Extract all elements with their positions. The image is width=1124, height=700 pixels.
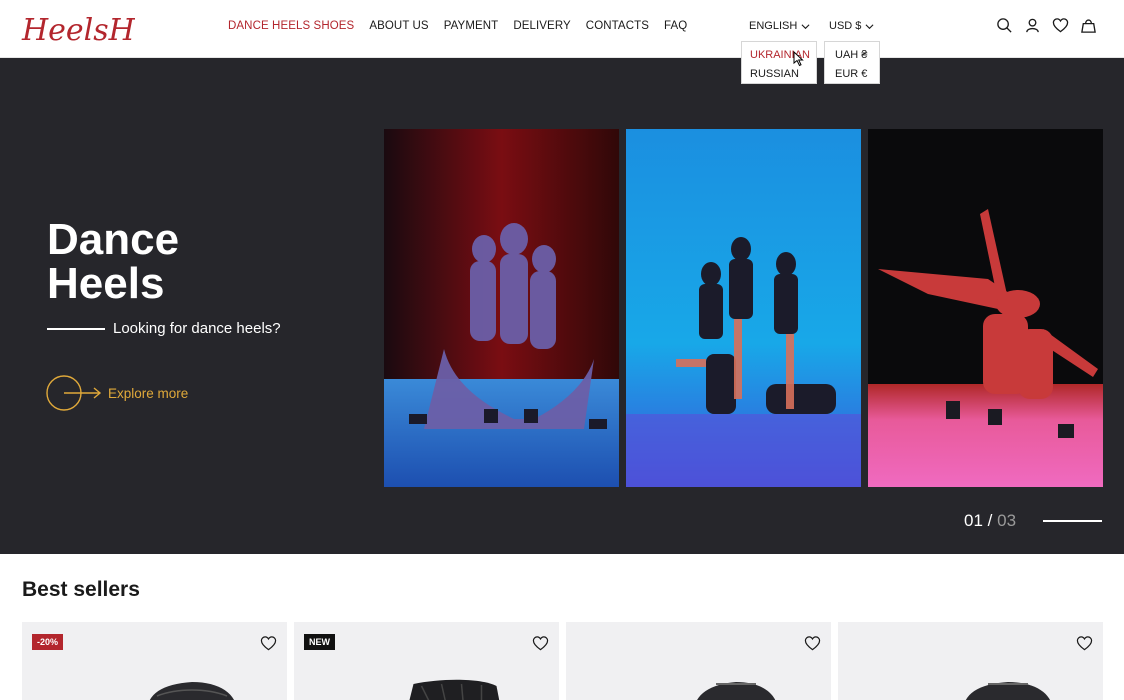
heart-icon[interactable] [1052, 17, 1069, 34]
nav-faq[interactable]: FAQ [664, 20, 687, 32]
language-option-russian[interactable]: RUSSIAN [750, 65, 808, 84]
product-card[interactable]: -20% [22, 622, 287, 700]
svg-text:HeelsHub: HeelsHub [21, 13, 135, 48]
product-image [149, 682, 234, 700]
language-select[interactable]: ENGLISH [749, 20, 810, 32]
heart-icon[interactable] [1076, 635, 1093, 652]
hero-title-line2: Heels [47, 259, 165, 308]
slide-separator: / [987, 511, 993, 530]
language-dropdown: UKRAINIAN RUSSIAN [741, 41, 817, 84]
heart-icon[interactable] [260, 635, 277, 652]
nav-delivery[interactable]: DELIVERY [513, 20, 570, 32]
slide-current: 01 [964, 511, 983, 530]
currency-option-uah[interactable]: UAH ₴ [835, 46, 871, 65]
chevron-down-icon [865, 23, 874, 29]
product-image [697, 682, 776, 700]
hero-photo-3 [868, 129, 1103, 487]
currency-option-eur[interactable]: EUR € [835, 65, 871, 84]
slide-total: 03 [997, 511, 1017, 530]
product-image [965, 682, 1050, 700]
product-card[interactable] [566, 622, 831, 700]
hero-photo-2 [626, 129, 861, 487]
currency-dropdown: UAH ₴ EUR € [824, 41, 880, 84]
chevron-down-icon [801, 23, 810, 29]
nav-about-us[interactable]: ABOUT US [369, 20, 428, 32]
site-header: HeelsHub DANCE HEELS SHOES ABOUT US PAYM… [0, 0, 1124, 58]
slide-counter: 01 / 03 [964, 511, 1016, 531]
main-nav: DANCE HEELS SHOES ABOUT US PAYMENT DELIV… [228, 20, 687, 32]
hero-title-line1: Dance [47, 215, 180, 264]
explore-more-button[interactable]: Explore more [46, 374, 188, 412]
currency-select[interactable]: USD $ [829, 20, 874, 32]
nav-dance-heels-shoes[interactable]: DANCE HEELS SHOES [228, 20, 354, 32]
best-sellers-list: -20% NEW [22, 622, 1103, 700]
mouse-cursor-icon [793, 51, 804, 67]
hero-subtitle: Looking for dance heels? [113, 320, 281, 337]
slide-progress-line[interactable] [1043, 520, 1102, 522]
user-icon[interactable] [1024, 17, 1041, 34]
arrow-circle-icon [46, 375, 102, 411]
explore-more-label: Explore more [108, 385, 189, 401]
heelshub-logo[interactable]: HeelsHub [20, 4, 173, 52]
discount-badge: -20% [32, 634, 64, 650]
cart-icon[interactable] [1080, 17, 1097, 34]
nav-payment[interactable]: PAYMENT [444, 20, 499, 32]
heart-icon[interactable] [532, 635, 549, 652]
search-icon[interactable] [996, 17, 1013, 34]
product-card[interactable] [838, 622, 1103, 700]
language-selected: ENGLISH [749, 20, 798, 32]
product-image [409, 679, 500, 700]
header-icons [996, 17, 1097, 34]
product-card[interactable]: NEW [294, 622, 559, 700]
hero-photo-1 [384, 129, 619, 487]
heart-icon[interactable] [804, 635, 821, 652]
hero-banner: Dance Heels Looking for dance heels? Exp… [0, 58, 1124, 554]
hero-subtitle-divider [47, 328, 105, 330]
hero-title: Dance Heels [47, 218, 307, 306]
nav-contacts[interactable]: CONTACTS [586, 20, 649, 32]
currency-selected: USD $ [829, 20, 862, 32]
best-sellers-title: Best sellers [22, 578, 140, 601]
new-badge: NEW [304, 634, 335, 650]
hero-gallery [384, 129, 1103, 487]
